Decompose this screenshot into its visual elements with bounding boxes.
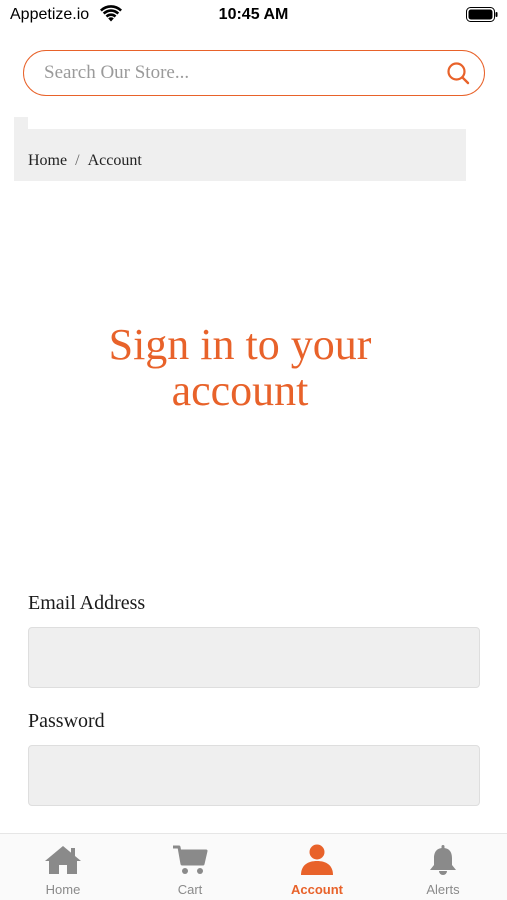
tab-bar: Home Cart Account Alerts (0, 833, 507, 900)
breadcrumb: Home / Account (14, 129, 466, 181)
email-label: Email Address (28, 592, 146, 614)
person-icon (301, 844, 333, 875)
password-label: Password (28, 710, 105, 732)
home-icon (45, 846, 81, 874)
email-field[interactable] (28, 627, 480, 688)
breadcrumb-separator: / (75, 152, 80, 169)
page-title: Sign in to your account (108, 320, 372, 415)
tab-cart[interactable]: Cart (127, 834, 253, 900)
tab-alerts-label: Alerts (426, 882, 460, 897)
password-field[interactable] (28, 745, 480, 806)
tab-home-label: Home (45, 882, 81, 897)
breadcrumb-home-link[interactable]: Home (28, 152, 67, 169)
search-icon[interactable] (446, 61, 470, 85)
tab-home[interactable]: Home (0, 834, 126, 900)
search-input[interactable] (44, 51, 434, 94)
search-bar (23, 50, 485, 96)
tab-account-label: Account (291, 882, 343, 897)
tab-alerts[interactable]: Alerts (380, 834, 506, 900)
bell-icon (430, 845, 456, 875)
tab-cart-label: Cart (177, 882, 203, 897)
status-bar: Appetize.io 10:45 AM (0, 0, 507, 32)
battery-icon (466, 7, 498, 22)
cart-icon (173, 845, 208, 874)
status-time: 10:45 AM (218, 6, 289, 23)
breadcrumb-current: Account (87, 152, 142, 169)
tab-account[interactable]: Account (254, 834, 380, 900)
